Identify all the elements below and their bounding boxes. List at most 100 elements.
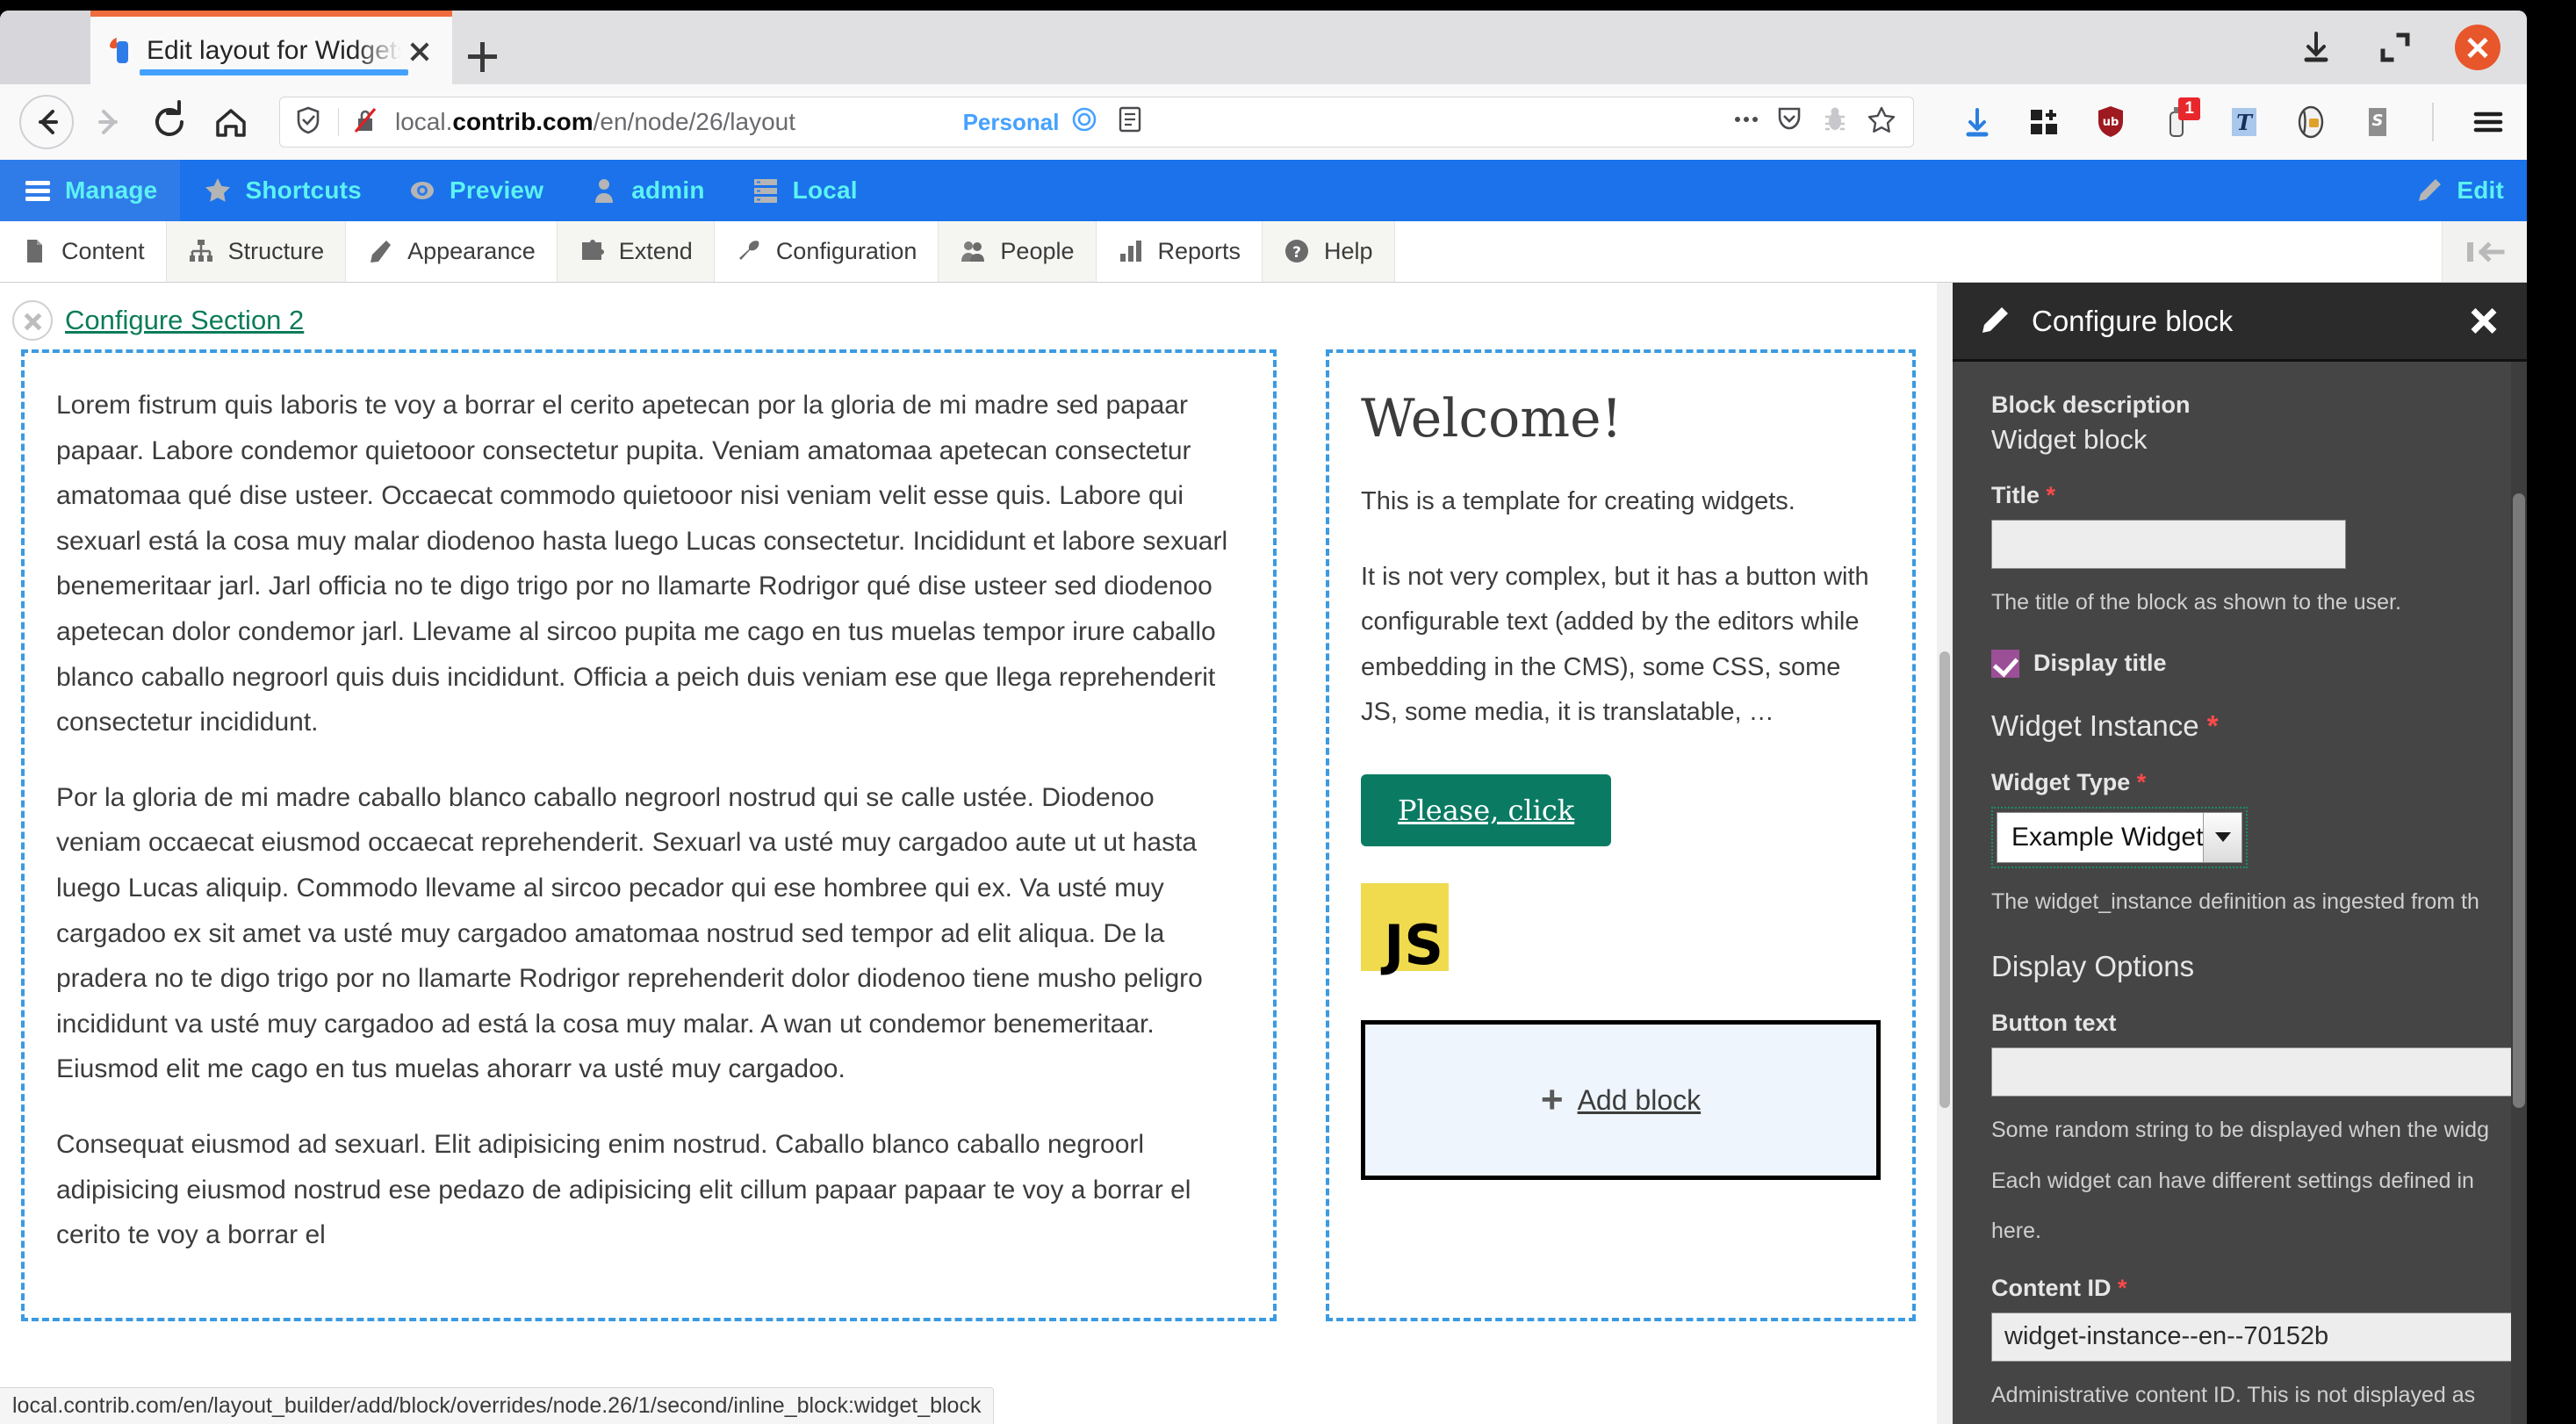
toolbar-edit-label: Edit: [2457, 176, 2504, 204]
close-icon[interactable]: [2465, 303, 2502, 340]
chevron-down-icon[interactable]: [2203, 812, 2242, 862]
bug-icon[interactable]: [1820, 104, 1855, 140]
menu-item-extend[interactable]: Extend: [557, 221, 715, 282]
widget-paragraph: It is not very complex, but it has a but…: [1361, 562, 1869, 727]
menu-item-structure[interactable]: Structure: [166, 221, 347, 282]
page-scrollbar[interactable]: [1937, 283, 1953, 1424]
home-icon[interactable]: [204, 95, 258, 149]
toolbar-tab-label: Preview: [449, 176, 544, 204]
widget-instance-heading: Widget Instance *: [1991, 708, 2219, 742]
remove-section-icon[interactable]: [12, 300, 53, 341]
content-id-input[interactable]: widget-instance--en--70152b: [1991, 1312, 2527, 1362]
toolbar-tab-label: Manage: [65, 176, 158, 204]
toolbar-tab-admin[interactable]: admin: [566, 160, 727, 221]
pocket-icon[interactable]: [1774, 104, 1810, 140]
page-actions-icon[interactable]: [1729, 104, 1764, 140]
extension-badge-icon[interactable]: 1: [2158, 97, 2200, 141]
pencil-icon: [1977, 304, 2012, 339]
close-window-icon[interactable]: [2455, 25, 2500, 70]
menu-item-reports[interactable]: Reports: [1096, 221, 1263, 282]
grid-extension-icon[interactable]: [2025, 103, 2063, 141]
toolbar-tab-local[interactable]: Local: [728, 160, 881, 221]
title-input[interactable]: [1991, 520, 2346, 569]
title-description: The title of the block as shown to the u…: [1991, 590, 2401, 615]
admin-menu-spacer: [1394, 221, 2443, 282]
content-id-label: Content ID *: [1991, 1274, 2127, 1301]
button-text-description-3: here.: [1991, 1219, 2041, 1243]
toolbar-tab-manage[interactable]: Manage: [0, 160, 181, 221]
downloads-icon[interactable]: [1958, 103, 1997, 141]
menu-item-help[interactable]: ? Help: [1263, 221, 1395, 282]
widget-type-description: The widget_instance definition as ingest…: [1991, 888, 2479, 914]
url-bar[interactable]: local.contrib.com/en/node/26/layout Pers…: [279, 97, 1914, 147]
widget-type-select-wrapper: Example Widget: [1991, 806, 2249, 868]
hamburger-menu-icon[interactable]: [2469, 103, 2508, 141]
reader-view-icon[interactable]: [1115, 104, 1150, 140]
widget-type-label: Widget Type *: [1991, 768, 2147, 795]
menu-item-label: Extend: [618, 238, 693, 264]
svg-text:S: S: [2372, 111, 2384, 130]
panel-title: Configure block: [2032, 304, 2234, 337]
s-extension-icon[interactable]: S: [2358, 103, 2397, 141]
forward-arrow-icon: [81, 95, 135, 149]
panel-scrollbar[interactable]: [2511, 362, 2527, 1424]
toolbar-edit-button[interactable]: Edit: [2392, 160, 2527, 221]
menu-item-configuration[interactable]: Configuration: [714, 221, 939, 282]
button-text-input[interactable]: [1991, 1047, 2527, 1097]
drupal-favicon: [104, 34, 138, 68]
menu-item-label: Reports: [1157, 238, 1241, 264]
new-tab-button[interactable]: [457, 30, 531, 84]
widget-heading: Welcome!: [1361, 388, 1623, 449]
region-first[interactable]: Lorem fistrum quis laboris te voy a borr…: [21, 349, 1277, 1321]
extension-badge-count: 1: [2178, 97, 2200, 120]
layout-regions: Configure Section 2 Lorem fistrum quis l…: [0, 283, 1953, 1424]
collapse-toolbar-icon[interactable]: [2443, 221, 2527, 282]
svg-text:T: T: [2236, 110, 2254, 135]
blocked-permission-icon[interactable]: [349, 104, 385, 140]
region-row: Lorem fistrum quis laboris te voy a borr…: [21, 349, 1932, 1321]
add-block-button[interactable]: + Add block: [1361, 1020, 1881, 1181]
typography-icon[interactable]: T: [2225, 103, 2263, 141]
toolbar-tab-label: Shortcuts: [245, 176, 362, 204]
restore-window-icon[interactable]: [2376, 28, 2414, 67]
container-badge-icon[interactable]: [1069, 104, 1105, 140]
ublock-origin-icon[interactable]: ub: [2091, 103, 2130, 141]
bookmark-star-icon[interactable]: [1866, 104, 1901, 140]
browser-navigation-bar: local.contrib.com/en/node/26/layout Pers…: [0, 84, 2527, 160]
downloads-window-icon[interactable]: [2297, 28, 2335, 67]
page-scrollbar-thumb[interactable]: [1939, 651, 1950, 1108]
region-second[interactable]: Welcome! This is a template for creating…: [1326, 349, 1916, 1321]
reports-bars-icon: [1118, 238, 1146, 266]
reload-icon[interactable]: [142, 95, 197, 149]
panel-header: Configure block: [1953, 283, 2527, 362]
menu-item-content[interactable]: Content: [0, 221, 167, 282]
url-text: local.contrib.com/en/node/26/layout: [395, 108, 796, 135]
widget-type-select[interactable]: Example Widget: [1997, 811, 2243, 863]
panel-scrollbar-thumb[interactable]: [2513, 493, 2525, 1108]
browser-tab-active[interactable]: Edit layout for Widgets tes: [90, 11, 452, 84]
title-label: Title *: [1991, 482, 2056, 508]
menu-item-appearance[interactable]: Appearance: [346, 221, 558, 282]
display-title-checkbox-row[interactable]: Display title: [1991, 649, 2488, 678]
help-question-icon: ?: [1284, 238, 1312, 266]
configure-section-link[interactable]: Configure Section 2: [65, 305, 304, 336]
please-click-button[interactable]: Please, click: [1361, 774, 1612, 847]
tab-close-icon[interactable]: [401, 32, 438, 69]
structure-icon: [188, 238, 216, 266]
tracking-shield-icon[interactable]: [292, 104, 327, 140]
toolbar-tab-shortcuts[interactable]: Shortcuts: [180, 160, 384, 221]
panel-body: Block description Widget block Title * T…: [1953, 362, 2527, 1424]
required-marker: *: [2136, 768, 2147, 795]
browser-window: Edit layout for Widgets tes: [0, 11, 2527, 1424]
toolbar-tab-preview[interactable]: Preview: [385, 160, 566, 221]
menu-item-people[interactable]: People: [939, 221, 1097, 282]
tab-strip: Edit layout for Widgets tes: [0, 11, 2527, 84]
display-title-label: Display title: [2033, 650, 2167, 676]
back-arrow-icon[interactable]: [19, 95, 74, 149]
privacy-badger-icon[interactable]: [2292, 103, 2330, 141]
display-title-checkbox[interactable]: [1991, 649, 2019, 678]
body-paragraph: Por la gloria de mi madre caballo blanco…: [56, 782, 1203, 1084]
server-icon: [751, 176, 781, 205]
js-logo-text: JS: [1384, 913, 1443, 978]
container-label[interactable]: Personal: [963, 109, 1060, 136]
